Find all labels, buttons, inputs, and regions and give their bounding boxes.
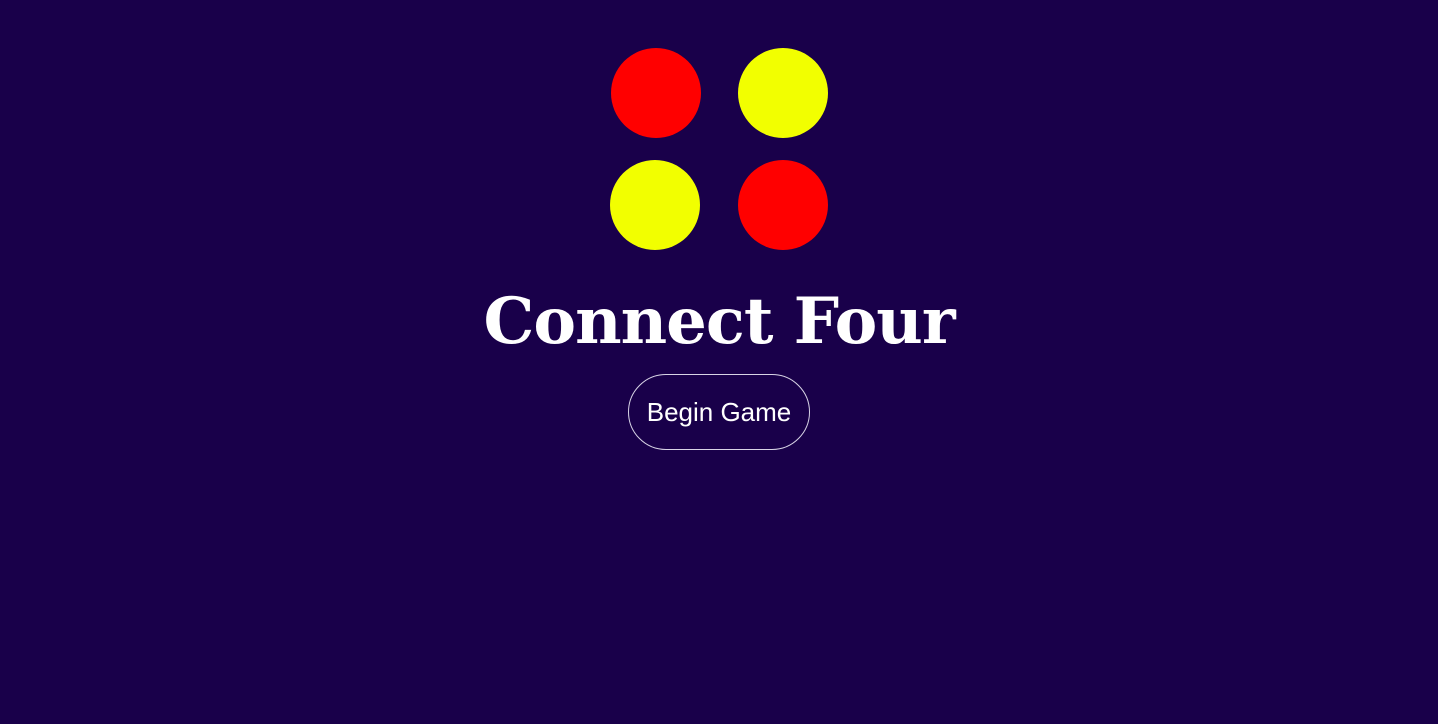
red-disc-icon <box>738 160 828 250</box>
red-disc-icon <box>611 48 701 138</box>
begin-game-button[interactable]: Begin Game <box>628 374 810 450</box>
yellow-disc-icon <box>610 160 700 250</box>
yellow-disc-icon <box>738 48 828 138</box>
connect-four-logo <box>610 48 828 250</box>
game-title: Connect Four <box>483 284 955 359</box>
